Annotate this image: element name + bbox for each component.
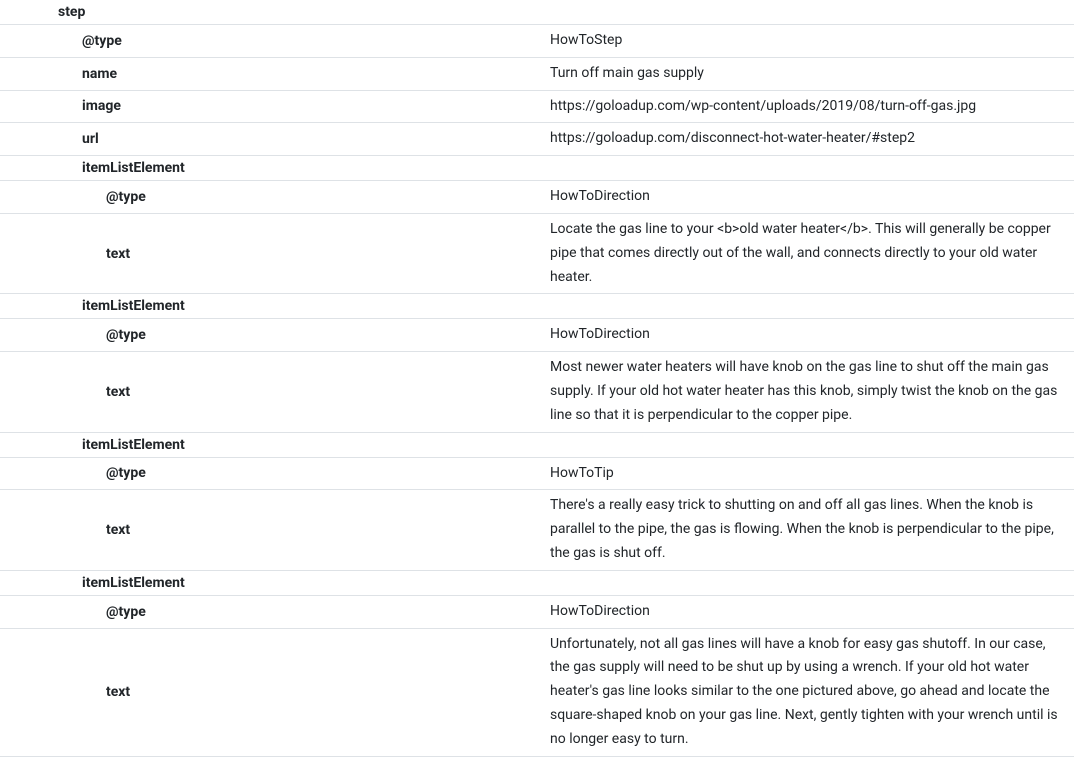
key-text: text (0, 490, 550, 569)
row-item2-text: text There's a really easy trick to shut… (0, 490, 1074, 570)
row-step-image: image https://goloadup.com/wp-content/up… (0, 91, 1074, 124)
key-text: text (0, 352, 550, 431)
key-type: @type (0, 25, 550, 57)
row-item1-type: @type HowToDirection (0, 319, 1074, 352)
row-item3-type: @type HowToDirection (0, 596, 1074, 629)
key-itemlist: itemListElement (0, 571, 550, 595)
val-item0-text: Locate the gas line to your <b>old water… (550, 214, 1074, 293)
row-step-url: url https://goloadup.com/disconnect-hot-… (0, 123, 1074, 156)
val-itemlist-1 (550, 294, 1074, 318)
key-text: text (0, 629, 550, 756)
key-itemlist: itemListElement (0, 156, 550, 180)
key-type: @type (0, 596, 550, 628)
row-step-type: @type HowToStep (0, 25, 1074, 58)
key-type: @type (0, 181, 550, 213)
val-step-url: https://goloadup.com/disconnect-hot-wate… (550, 123, 1074, 155)
row-itemlist-2: itemListElement (0, 433, 1074, 458)
key-type: @type (0, 319, 550, 351)
key-step: step (0, 0, 550, 24)
row-step-name: name Turn off main gas supply (0, 58, 1074, 91)
val-step-name: Turn off main gas supply (550, 58, 1074, 90)
val-item3-text: Unfortunately, not all gas lines will ha… (550, 629, 1074, 756)
key-url: url (0, 123, 550, 155)
row-itemlist-3: itemListElement (0, 571, 1074, 596)
key-type: @type (0, 458, 550, 490)
val-itemlist-3 (550, 571, 1074, 595)
row-itemlist-1: itemListElement (0, 294, 1074, 319)
val-item0-type: HowToDirection (550, 181, 1074, 213)
key-itemlist: itemListElement (0, 294, 550, 318)
row-itemlist-0: itemListElement (0, 156, 1074, 181)
row-item2-type: @type HowToTip (0, 458, 1074, 491)
row-item3-text: text Unfortunately, not all gas lines wi… (0, 629, 1074, 757)
val-step-image: https://goloadup.com/wp-content/uploads/… (550, 91, 1074, 123)
val-item1-type: HowToDirection (550, 319, 1074, 351)
row-step: step (0, 0, 1074, 25)
val-item3-type: HowToDirection (550, 596, 1074, 628)
key-image: image (0, 91, 550, 123)
val-item1-text: Most newer water heaters will have knob … (550, 352, 1074, 431)
val-item2-type: HowToTip (550, 458, 1074, 490)
key-name: name (0, 58, 550, 90)
val-item2-text: There's a really easy trick to shutting … (550, 490, 1074, 569)
key-itemlist: itemListElement (0, 433, 550, 457)
val-step (550, 0, 1074, 24)
val-itemlist-0 (550, 156, 1074, 180)
row-item0-text: text Locate the gas line to your <b>old … (0, 214, 1074, 294)
row-item0-type: @type HowToDirection (0, 181, 1074, 214)
key-text: text (0, 214, 550, 293)
val-step-type: HowToStep (550, 25, 1074, 57)
val-itemlist-2 (550, 433, 1074, 457)
row-item1-text: text Most newer water heaters will have … (0, 352, 1074, 432)
